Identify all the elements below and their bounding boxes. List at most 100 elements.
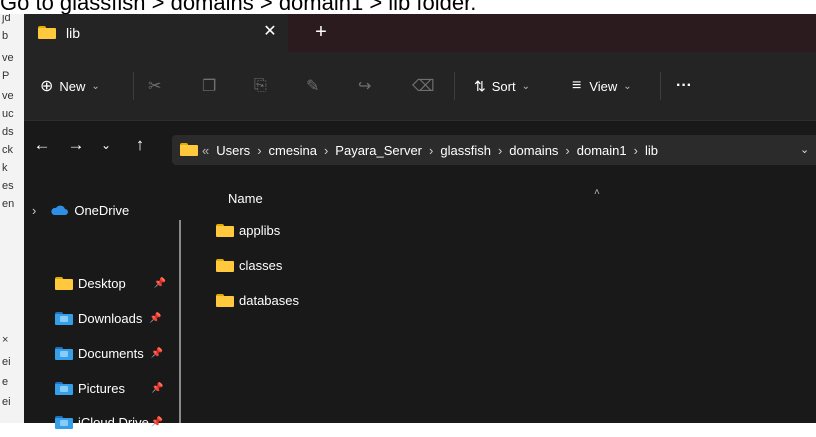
paste-icon: ⎘ [254, 77, 267, 94]
view-label: View [589, 78, 618, 94]
folder-icon [216, 223, 234, 237]
scissors-icon: ✂ [148, 78, 162, 95]
chevron-down-icon: ⌄ [91, 80, 100, 92]
background-text: uc [2, 108, 14, 120]
background-text: ds [2, 126, 14, 138]
sort-icon: ⇅ [474, 77, 486, 94]
sidebar-item-pictures[interactable]: Pictures 📌 [55, 373, 163, 403]
background-text: ck [2, 144, 13, 156]
background-text: × [2, 334, 9, 346]
cloud-icon [51, 205, 69, 215]
toolbar-divider [454, 72, 455, 100]
background-text: ei [2, 356, 11, 368]
sidebar-item-desktop[interactable]: Desktop 📌 [55, 268, 166, 298]
toolbar-divider [660, 72, 661, 100]
navigation-pane: › OneDrive Desktop 📌 Downloads 📌 Documen… [24, 173, 192, 430]
sidebar-item-label: Desktop [78, 275, 126, 291]
folder-row-classes[interactable]: classes [216, 253, 282, 277]
icloud-folder-icon [55, 415, 73, 429]
background-text: e [2, 376, 9, 388]
background-text: ei [2, 396, 11, 408]
rename-icon: ✎ [306, 78, 320, 95]
sort-button[interactable]: ⇅ Sort ⌄ [474, 52, 530, 120]
pin-icon: 📌 [153, 277, 167, 289]
breadcrumb-separator[interactable]: › [565, 143, 569, 158]
folder-row-databases[interactable]: databases [216, 288, 299, 312]
cut-button[interactable]: ✂ [148, 52, 161, 120]
sidebar-scrollbar[interactable] [179, 220, 181, 423]
breadcrumb-overflow[interactable]: « [202, 143, 209, 158]
pin-icon: 📌 [150, 347, 164, 359]
forward-icon[interactable]: → [66, 135, 86, 155]
rename-button[interactable]: ✎ [306, 52, 319, 120]
address-dropdown-icon[interactable]: ⌄ [800, 143, 809, 156]
sidebar-item-icloud-drive[interactable]: iCloud Drive 📌 [55, 407, 163, 437]
breadcrumb-payara-server[interactable]: Payara_Server [335, 143, 422, 158]
view-button[interactable]: ≡ View ⌄ [572, 52, 632, 120]
sidebar-item-documents[interactable]: Documents 📌 [55, 338, 163, 368]
chevron-down-icon: ⌄ [521, 80, 530, 92]
downloads-folder-icon [55, 311, 73, 325]
tab-lib[interactable]: lib ✕ [24, 14, 288, 52]
sort-arrow-icon: ˄ [594, 187, 600, 198]
sidebar-item-label: Pictures [78, 380, 125, 396]
background-text: k [2, 162, 8, 174]
pin-icon: 📌 [149, 312, 162, 324]
view-list-icon: ≡ [572, 77, 582, 94]
paste-button[interactable]: ⎘ [254, 52, 267, 120]
more-options-button[interactable]: ··· [676, 52, 692, 120]
breadcrumb-separator[interactable]: › [324, 143, 328, 158]
background-text: b [2, 30, 9, 42]
breadcrumb-users[interactable]: Users [216, 143, 250, 158]
title-bar: lib ✕ + [24, 14, 816, 52]
breadcrumb-cmesina[interactable]: cmesina [269, 143, 317, 158]
sidebar-item-label: Documents [78, 345, 144, 361]
sidebar-item-label: iCloud Drive [78, 414, 149, 430]
folder-icon [216, 258, 234, 272]
recent-locations-icon[interactable]: ⌄ [96, 135, 116, 155]
new-label: New [59, 78, 86, 94]
breadcrumb-lib[interactable]: lib [645, 143, 658, 158]
folder-icon [180, 143, 198, 156]
back-icon[interactable]: ← [32, 135, 52, 155]
share-button[interactable]: ↪ [358, 52, 371, 120]
breadcrumb-separator[interactable]: › [429, 143, 433, 158]
trash-icon: ⌫ [412, 78, 435, 95]
sidebar-item-label: OneDrive [74, 202, 130, 218]
background-text: es [2, 180, 14, 192]
command-bar: ⊕ New ⌄ ✂ ❐ ⎘ ✎ ↪ ⌫ ⇅ Sort ⌄ ≡ View ⌄ ··… [24, 52, 816, 121]
background-text: P [2, 70, 10, 82]
breadcrumb-domains[interactable]: domains [509, 143, 558, 158]
expand-chevron-icon[interactable]: › [32, 203, 36, 218]
close-tab-icon[interactable]: ✕ [260, 22, 280, 42]
pin-icon: 📌 [150, 416, 164, 428]
background-text: jd [2, 14, 11, 24]
folder-name: databases [239, 292, 299, 308]
sidebar-item-onedrive[interactable]: › OneDrive [32, 195, 129, 225]
delete-button[interactable]: ⌫ [412, 52, 435, 120]
folder-row-applibs[interactable]: applibs [216, 218, 280, 242]
breadcrumb-domain1[interactable]: domain1 [577, 143, 627, 158]
background-text: ve [2, 90, 14, 102]
plus-circle-icon: ⊕ [40, 78, 54, 95]
new-tab-button[interactable]: + [310, 22, 332, 44]
sidebar-item-downloads[interactable]: Downloads 📌 [55, 303, 162, 333]
copy-button[interactable]: ❐ [202, 52, 216, 120]
column-header-name[interactable]: Name [228, 191, 263, 206]
breadcrumb-separator[interactable]: › [257, 143, 261, 158]
folder-icon [55, 276, 73, 290]
copy-icon: ❐ [202, 78, 217, 95]
breadcrumb-glassfish[interactable]: glassfish [440, 143, 491, 158]
file-explorer-window: lib ✕ + ⊕ New ⌄ ✂ ❐ ⎘ ✎ ↪ ⌫ ⇅ Sort ⌄ ≡ V… [24, 14, 816, 430]
folder-name: applibs [239, 222, 281, 238]
up-icon[interactable]: ↑ [130, 135, 150, 155]
sidebar-item-label: Downloads [78, 310, 143, 326]
chevron-down-icon: ⌄ [623, 80, 632, 92]
new-button[interactable]: ⊕ New ⌄ [40, 52, 100, 120]
breadcrumb-separator[interactable]: › [634, 143, 638, 158]
breadcrumb-separator[interactable]: › [498, 143, 502, 158]
breadcrumb: « Users › cmesina › Payara_Server › glas… [202, 135, 658, 165]
toolbar-divider [133, 72, 134, 100]
address-bar[interactable]: « Users › cmesina › Payara_Server › glas… [172, 135, 816, 165]
background-text: en [2, 198, 15, 210]
